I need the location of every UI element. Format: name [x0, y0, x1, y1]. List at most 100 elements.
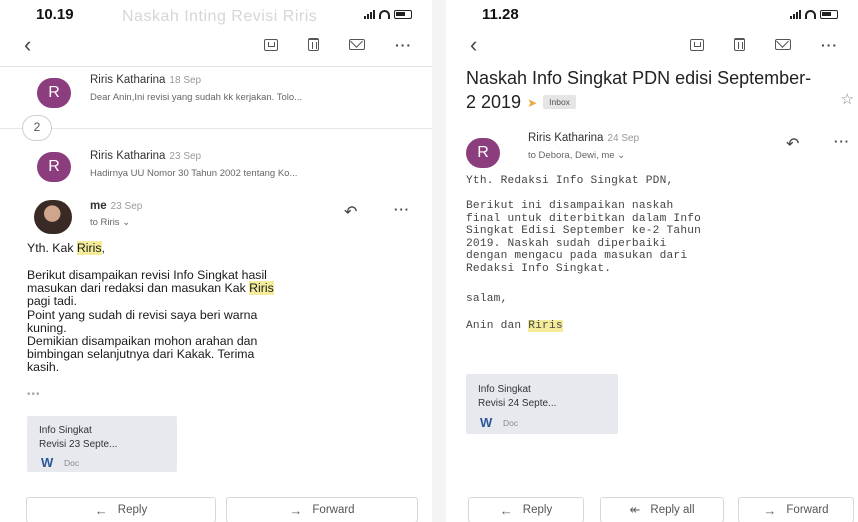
body-text-part: pagi tadi. Point yang sudah di revisi sa…: [27, 294, 258, 375]
toolbar: ‹ ···: [446, 34, 858, 60]
forward-icon: →: [289, 502, 303, 518]
collapsed-messages-count[interactable]: 2: [22, 115, 52, 141]
message-closing: salam,: [466, 293, 508, 305]
reply-button[interactable]: ← Reply: [468, 497, 584, 522]
chevron-left-icon[interactable]: ‹: [24, 34, 31, 56]
signature-text: Anin dan: [466, 320, 529, 332]
forward-label: Forward: [312, 504, 355, 516]
avatar: R: [37, 78, 71, 108]
attachment-type: Doc: [64, 458, 80, 468]
reply-icon[interactable]: ↶: [786, 134, 799, 154]
thread-message-collapsed[interactable]: R Riris Katharina 23 Sep Hadirnya UU Nomo…: [0, 148, 432, 190]
more-icon[interactable]: ···: [394, 202, 410, 217]
highlighted-name: Riris: [76, 241, 102, 255]
mail-icon[interactable]: [775, 39, 791, 50]
forward-button[interactable]: → Forward: [226, 497, 418, 522]
message-snippet: Hadirnya UU Nomor 30 Tahun 2002 tentang …: [90, 168, 298, 179]
recipients-text: to Debora, Dewi, me: [528, 150, 615, 161]
archive-icon[interactable]: [690, 38, 704, 51]
attachment-subtitle: Revisi 23 Septe...: [39, 439, 118, 450]
avatar: [34, 200, 72, 234]
star-icon[interactable]: ☆: [841, 90, 854, 108]
battery-icon: [820, 10, 838, 19]
more-icon[interactable]: ···: [821, 38, 838, 52]
toolbar-actions: ···: [690, 38, 838, 52]
message-body: Berikut disampaikan revisi Info Singkat …: [27, 268, 274, 375]
chevron-left-icon[interactable]: ‹: [470, 34, 477, 56]
forward-icon: →: [763, 502, 777, 518]
reply-label: Reply: [117, 504, 148, 516]
message-body: Berikut ini disampaikan naskah final unt…: [466, 200, 702, 275]
sender-name: me: [90, 200, 107, 212]
recipients-toggle[interactable]: to Riris ⌄: [90, 217, 130, 228]
reply-icon: ←: [499, 502, 513, 518]
open-message-header: R Riris Katharina 24 Sep to Debora, Dewi,…: [446, 128, 858, 168]
recipients-text: to Riris: [90, 217, 120, 228]
attachment-card[interactable]: Info Singkat Revisi 24 Septe... W Doc: [466, 374, 618, 434]
message-date: 24 Sep: [607, 133, 640, 144]
archive-icon[interactable]: [264, 38, 278, 51]
sender-line: Riris Katharina 24 Sep: [528, 132, 639, 144]
system-icons: [790, 10, 838, 19]
faded-subject-title: Naskah Inting Revisi Riris: [122, 8, 318, 25]
chevron-down-icon: ⌄: [617, 150, 626, 161]
message-snippet: Dear Anin,Ini revisi yang sudah kk kerja…: [90, 92, 303, 103]
message-date: 23 Sep: [110, 201, 143, 212]
reply-all-button[interactable]: ↞ Reply all: [600, 497, 724, 522]
right-email-message-screen: 11.28 ‹ ··· Naskah Info Singkat PDN edis…: [446, 0, 858, 522]
body-text-part: Berikut disampaikan revisi Info Singkat …: [27, 268, 267, 296]
chevron-down-icon: ⌄: [122, 217, 131, 228]
more-icon[interactable]: ···: [834, 134, 850, 149]
system-icons: [364, 10, 412, 19]
status-clock: 10.19: [36, 6, 74, 23]
more-icon[interactable]: ···: [395, 38, 412, 52]
word-icon: W: [480, 415, 493, 430]
attachment-card[interactable]: Info Singkat Revisi 23 Septe... W Doc: [27, 416, 177, 472]
status-bar: 11.28: [446, 6, 858, 26]
highlighted-name: Riris: [249, 281, 274, 296]
attachment-title: Info Singkat: [39, 425, 92, 436]
attachment-subtitle: Revisi 24 Septe...: [478, 398, 557, 409]
greeting-text: Yth. Kak: [27, 241, 77, 255]
reply-label: Reply: [522, 504, 553, 516]
reply-all-icon: ↞: [629, 502, 641, 517]
signal-icon: [790, 10, 801, 19]
recipients-toggle[interactable]: to Debora, Dewi, me ⌄: [528, 150, 625, 161]
sender-line: Riris Katharina 18 Sep: [90, 74, 201, 86]
forward-button[interactable]: → Forward: [738, 497, 854, 522]
toolbar-divider: [0, 66, 432, 67]
attachment-title: Info Singkat: [478, 384, 531, 395]
reply-all-label: Reply all: [650, 504, 695, 516]
important-marker-icon[interactable]: ➤: [527, 91, 537, 115]
collapsed-divider: [0, 128, 432, 129]
screenshot-gutter: [432, 0, 446, 522]
message-greeting: Yth. Redaksi Info Singkat PDN,: [466, 175, 674, 187]
highlighted-name: Riris: [528, 320, 563, 332]
attachment-type: Doc: [503, 418, 519, 428]
message-greeting: Yth. Kak Riris,: [27, 241, 105, 255]
reply-button[interactable]: ← Reply: [26, 497, 216, 522]
wifi-icon: [805, 10, 816, 19]
sender-line: me 23 Sep: [90, 200, 142, 212]
message-signature: Anin dan Riris: [466, 320, 563, 333]
avatar: R: [466, 138, 500, 168]
status-clock: 11.28: [482, 6, 519, 23]
reply-icon: ←: [94, 502, 108, 518]
battery-icon: [394, 10, 412, 19]
avatar: R: [37, 152, 71, 182]
thread-message-collapsed[interactable]: R Riris Katharina 18 Sep Dear Anin,Ini re…: [0, 72, 432, 114]
toolbar: ‹ ···: [0, 34, 432, 60]
trash-icon[interactable]: [734, 38, 745, 51]
greeting-punct: ,: [101, 241, 105, 255]
mail-icon[interactable]: [349, 39, 365, 50]
subject-text: Naskah Info Singkat PDN edisi September-…: [466, 68, 812, 112]
trash-icon[interactable]: [308, 38, 319, 51]
reply-icon[interactable]: ↶: [344, 202, 357, 222]
show-trimmed-content[interactable]: •••: [27, 389, 41, 400]
message-date: 23 Sep: [169, 151, 202, 162]
left-email-thread-screen: 10.19 Naskah Inting Revisi Riris ‹ ··· R…: [0, 0, 432, 522]
sender-name: Riris Katharina: [90, 150, 166, 162]
sender-line: Riris Katharina 23 Sep: [90, 150, 201, 162]
inbox-label-badge[interactable]: Inbox: [543, 95, 576, 109]
email-subject: Naskah Info Singkat PDN edisi September-…: [466, 66, 816, 115]
